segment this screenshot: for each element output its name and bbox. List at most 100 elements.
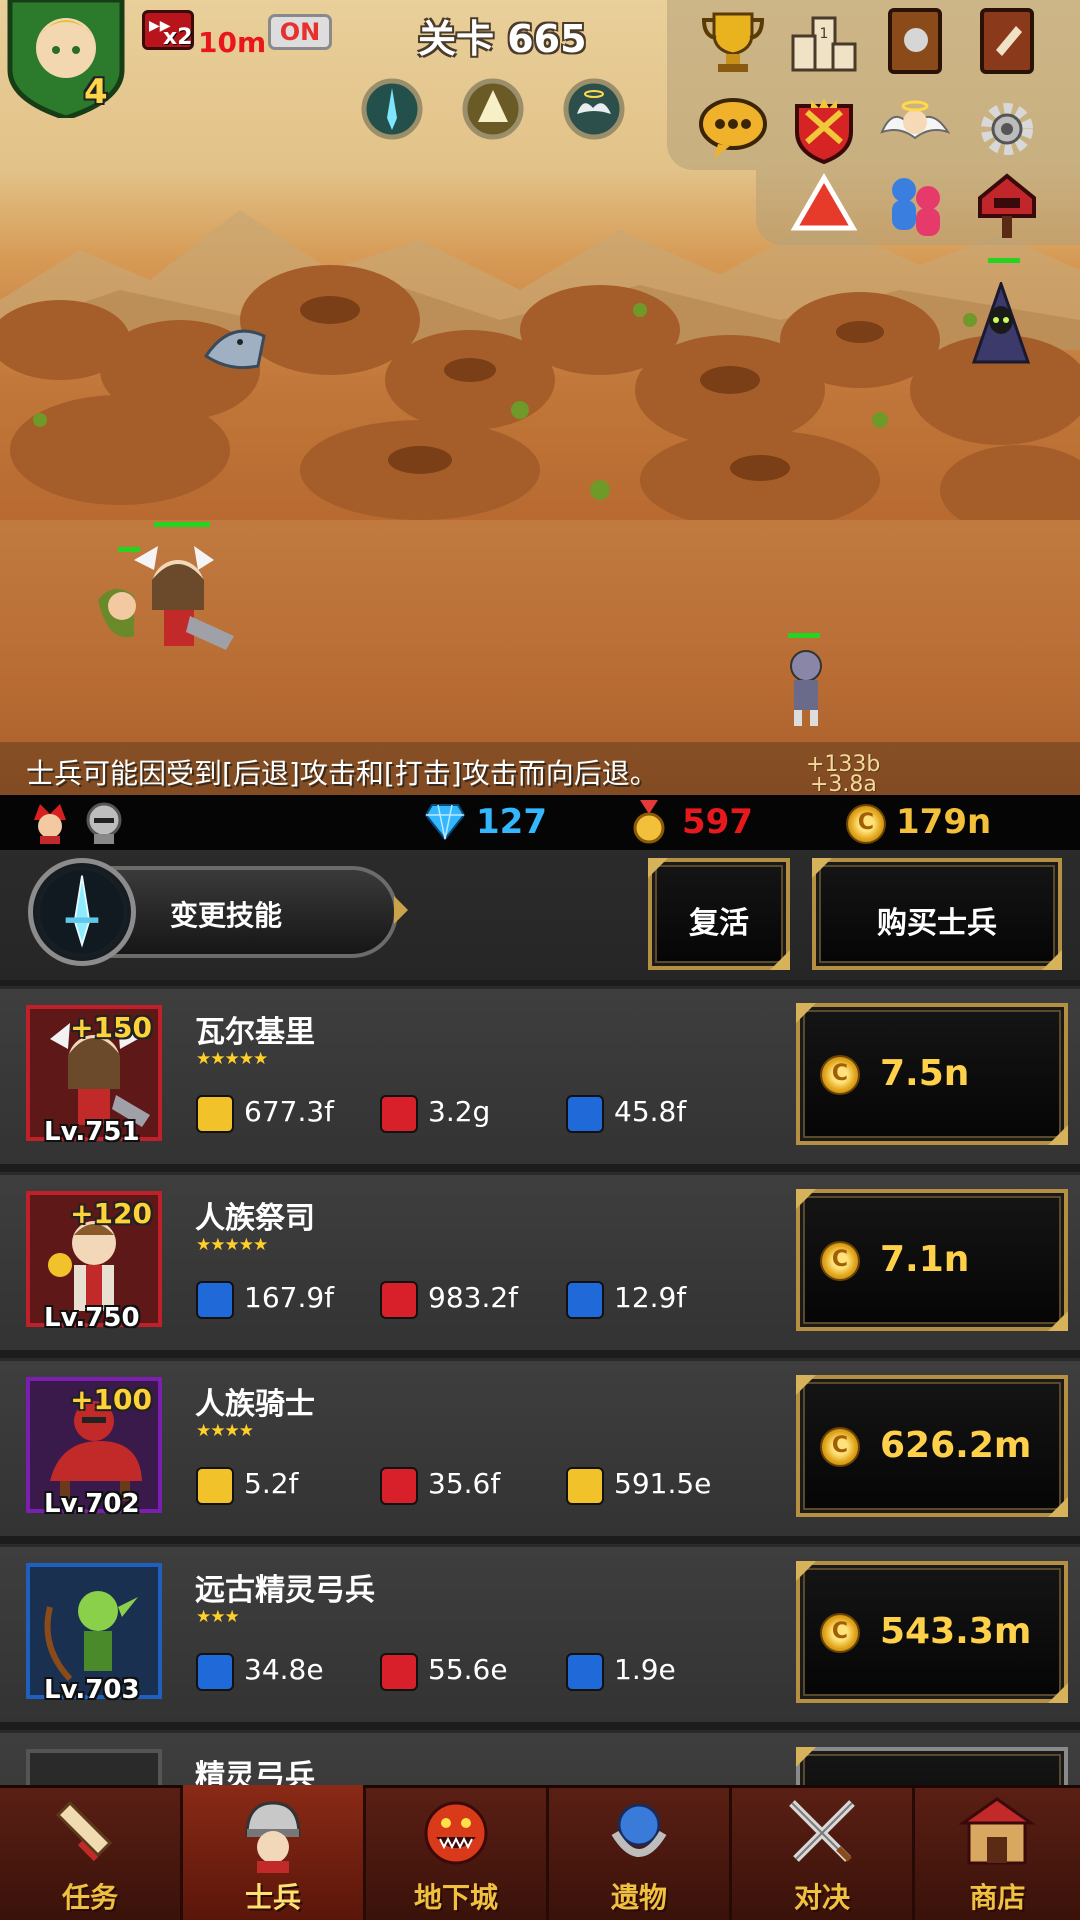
quest-book-icon[interactable] xyxy=(970,4,1044,78)
soldier-stars: ★★★★★ xyxy=(196,1049,268,1069)
soldier-stars: ★★★ xyxy=(196,1607,240,1627)
shield-defense-icon xyxy=(566,1281,604,1319)
helmet-book-icon[interactable] xyxy=(878,4,952,78)
rock-field xyxy=(0,265,1080,535)
upgrade-price: 7.1n xyxy=(880,1239,970,1280)
upgrade-button[interactable]: 7.1n xyxy=(796,1189,1068,1331)
nav-label: 遗物 xyxy=(610,1881,667,1914)
soldier-name: 瓦尔基里 xyxy=(195,1015,315,1050)
enemy-hp-bar xyxy=(988,258,1020,263)
floating-gold-gain: +3.8a xyxy=(810,772,877,795)
soldier-row[interactable]: +150 Lv.751 瓦尔基里 ★★★★★ 677.3f 3.2g 45.8f… xyxy=(0,986,1080,1164)
nav-label: 对决 xyxy=(793,1881,850,1914)
upgrade-price: 7.5n xyxy=(880,1053,970,1094)
shield-defense-icon xyxy=(566,1467,604,1505)
guild-crest-icon[interactable] xyxy=(787,92,861,166)
red-hair-hero-icon[interactable] xyxy=(30,800,70,844)
soldier-level: Lv.703 xyxy=(44,1675,140,1705)
auto-toggle[interactable]: ON xyxy=(268,14,332,50)
heart-hp-icon xyxy=(380,1095,418,1133)
buy-soldier-label: 购买士兵 xyxy=(877,906,997,941)
light-skill-icon[interactable] xyxy=(462,78,524,140)
scroll-icon xyxy=(55,1800,113,1862)
soldier-attack: 34.8e xyxy=(244,1653,324,1686)
soldier-bonus: +100 xyxy=(70,1383,152,1416)
battle-hint: 士兵可能因受到[后退]攻击和[打击]攻击而向后退。 xyxy=(26,757,658,790)
chat-bubble-icon[interactable] xyxy=(696,92,770,166)
valkyrie-ally xyxy=(98,546,234,650)
speed-boost-button[interactable]: ▶▶ x2 xyxy=(142,10,194,50)
medal-count: 597 xyxy=(682,802,753,842)
soldier-hp: 35.6f xyxy=(428,1467,501,1500)
nav-tab-relic[interactable]: 遗物 xyxy=(549,1785,729,1920)
sword-attack-icon xyxy=(196,1467,234,1505)
enemy-hp-bar xyxy=(788,633,820,638)
nav-label: 商店 xyxy=(969,1881,1026,1914)
stage-title: 关卡 665 xyxy=(418,17,587,61)
ranking-podium-icon[interactable]: 1 xyxy=(787,4,861,78)
medal-icon xyxy=(633,800,665,844)
settings-gear-icon[interactable] xyxy=(970,92,1044,166)
gem-icon xyxy=(424,804,466,841)
angel-icon[interactable] xyxy=(878,92,952,166)
soldier-row[interactable]: Lv.703 远古精灵弓兵 ★★★ 34.8e 55.6e 1.9e 543.3… xyxy=(0,1544,1080,1722)
magic-staff-attack-icon xyxy=(196,1653,234,1691)
nav-tab-soldier[interactable]: 士兵 xyxy=(183,1785,363,1920)
upgrade-button[interactable]: 543.3m xyxy=(796,1561,1068,1703)
gold-coin-icon xyxy=(820,1055,860,1095)
nav-tab-duel[interactable]: 对决 xyxy=(732,1785,912,1920)
relic-orb-icon xyxy=(611,1803,667,1857)
revive-label: 复活 xyxy=(689,906,749,941)
svg-text:1: 1 xyxy=(820,26,829,42)
trophy-icon[interactable] xyxy=(696,4,770,78)
soldier-name: 人族祭司 xyxy=(195,1201,315,1236)
friends-icon[interactable] xyxy=(878,168,952,242)
soldier-defense: 591.5e xyxy=(614,1467,712,1500)
revive-button[interactable]: 复活 xyxy=(648,858,790,970)
soldier-hp: 3.2g xyxy=(428,1095,491,1128)
soldier-defense: 1.9e xyxy=(614,1653,676,1686)
soldier-stars: ★★★★★ xyxy=(196,1235,268,1255)
soldier-name: 远古精灵弓兵 xyxy=(195,1573,375,1608)
speed-multiplier: x2 xyxy=(163,25,193,50)
hero-portrait[interactable]: 4 xyxy=(4,0,128,121)
mailbox-icon[interactable] xyxy=(970,168,1044,242)
ally-hp-bar xyxy=(154,522,210,527)
soldier-defense: 12.9f xyxy=(614,1281,687,1314)
buy-soldier-button[interactable]: 购买士兵 xyxy=(812,858,1062,970)
battlefield: 4 ▶▶ x2 10m ON 关卡 665 1 士兵可能因受到[后退]攻击和[打… xyxy=(0,0,1080,795)
heart-hp-icon xyxy=(380,1467,418,1505)
speed-time-remaining: 10m xyxy=(198,26,267,59)
soldier-name: 人族骑士 xyxy=(195,1387,315,1422)
nav-label: 任务 xyxy=(61,1881,118,1914)
soldier-avatar: +100 Lv.702 xyxy=(26,1377,162,1519)
shield-defense-icon xyxy=(566,1095,604,1133)
sword-attack-icon xyxy=(196,1095,234,1133)
hero-shield-icon xyxy=(7,0,125,121)
ice-sword-skill-icon[interactable] xyxy=(361,78,423,140)
soldier-defense: 45.8f xyxy=(614,1095,687,1128)
soldier-level: Lv.751 xyxy=(44,1117,140,1147)
shark-enemy xyxy=(203,329,266,370)
soldier-avatar: +150 Lv.751 xyxy=(26,1005,162,1147)
soldier-avatar: Lv.703 xyxy=(26,1563,162,1705)
soldier-row[interactable]: +100 Lv.702 人族骑士 ★★★★ 5.2f 35.6f 591.5e … xyxy=(0,1358,1080,1536)
nav-tab-shop[interactable]: 商店 xyxy=(915,1785,1080,1920)
warning-triangle-icon[interactable] xyxy=(787,168,861,242)
knight-hero-icon[interactable] xyxy=(84,800,124,844)
nav-tab-quest[interactable]: 任务 xyxy=(0,1785,180,1920)
shield-defense-icon xyxy=(566,1653,604,1691)
upgrade-button[interactable]: 626.2m xyxy=(796,1375,1068,1517)
heart-hp-icon xyxy=(380,1653,418,1691)
angel-wings-skill-icon[interactable] xyxy=(563,78,625,140)
upgrade-price: 543.3m xyxy=(880,1611,1032,1652)
nav-tab-dungeon[interactable]: 地下城 xyxy=(366,1785,546,1920)
upgrade-button[interactable]: 7.5n xyxy=(796,1003,1068,1145)
change-skill-button[interactable]: 变更技能 xyxy=(28,858,408,966)
soldier-attack: 5.2f xyxy=(244,1467,299,1500)
shop-icon xyxy=(958,1797,1036,1865)
soldier-row[interactable]: +120 Lv.750 人族祭司 ★★★★★ 167.9f 983.2f 12.… xyxy=(0,1172,1080,1350)
soldier-attack: 677.3f xyxy=(244,1095,335,1128)
gold-coin-icon xyxy=(846,804,886,844)
nav-label: 士兵 xyxy=(244,1881,301,1914)
